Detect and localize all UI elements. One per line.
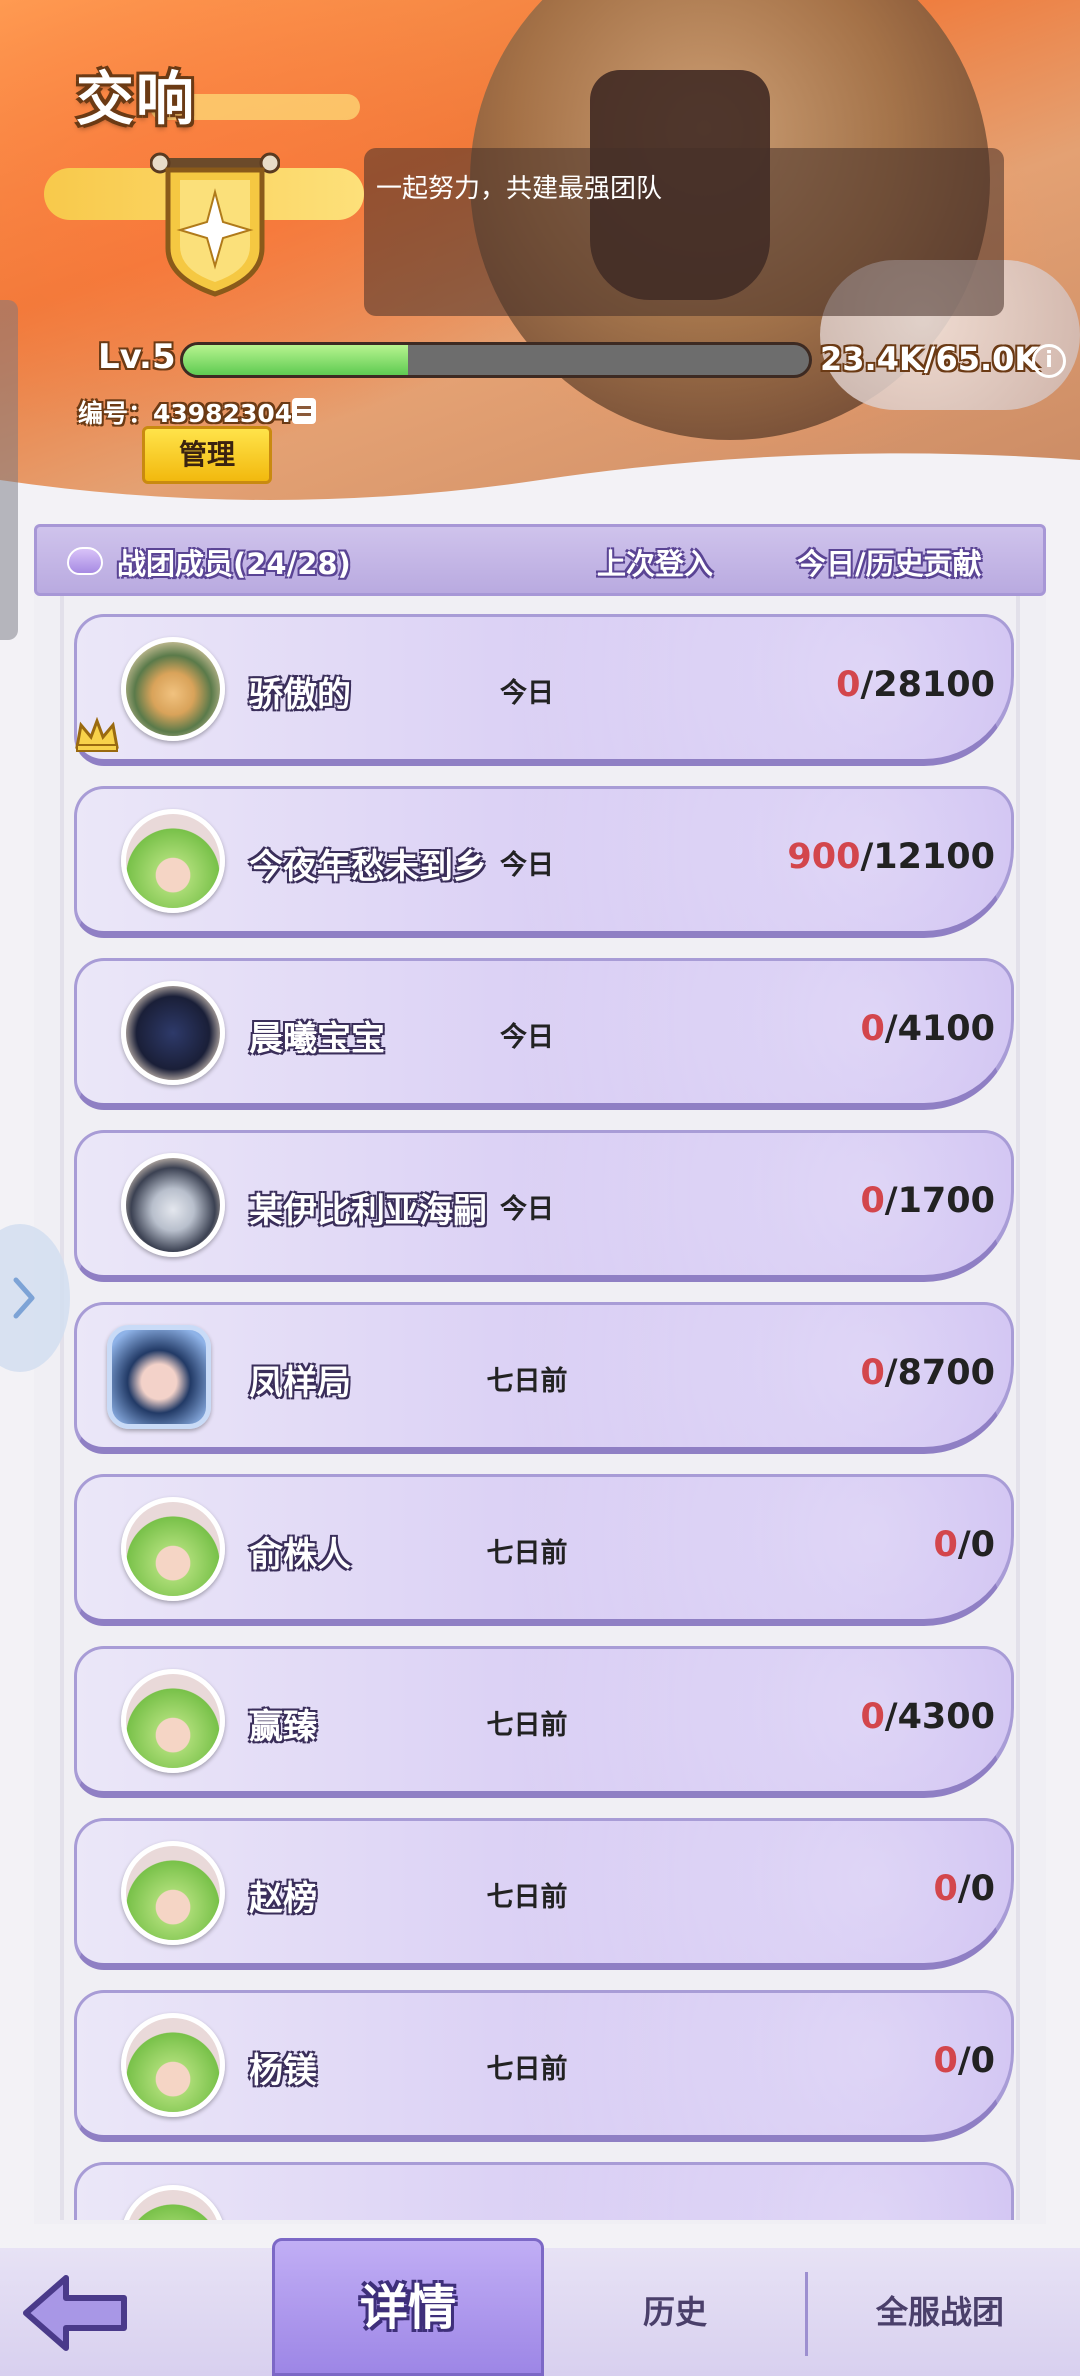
chevron-right-icon	[13, 1277, 35, 1319]
member-row[interactable]: 俞株人 七日前 0/0	[74, 1474, 1014, 1626]
guild-emblem-icon[interactable]	[150, 148, 280, 298]
members-panel-header: 战团成员(24/28) 上次登入 今日/历史贡献	[34, 524, 1046, 596]
member-row[interactable]: 赢臻 七日前 0/4300	[74, 1646, 1014, 1798]
copy-icon[interactable]	[292, 398, 316, 424]
today-contribution: 0	[933, 1525, 958, 1565]
guild-motto: 一起努力，共建最强团队	[364, 148, 1004, 316]
header-wave-divider	[0, 453, 1080, 510]
guild-header: 交响 一起努力，共建最强团队 Lv.5 23.4K/65.0K i 编号：439…	[0, 0, 1080, 510]
today-contribution: 900	[787, 837, 861, 877]
guild-id: 编号：43982304	[78, 399, 293, 428]
member-name: 晨曦宝宝	[249, 1019, 385, 1059]
side-edge-tab[interactable]	[0, 300, 18, 640]
member-name: 赵榜	[249, 1879, 317, 1919]
member-contribution: 0/0	[934, 1525, 996, 1565]
member-row[interactable]: 杨镁 七日前 0/0	[74, 1990, 1014, 2142]
today-contribution: 0	[836, 665, 861, 705]
total-contribution: /12100	[860, 837, 995, 877]
member-contribution: 0/8700	[860, 1353, 995, 1393]
member-last-login: 今日	[500, 1022, 554, 1053]
total-contribution: /0	[957, 1869, 995, 1909]
member-contribution: 0/1700	[860, 1181, 995, 1221]
today-contribution: 0	[860, 1181, 885, 1221]
leader-crown-icon	[75, 717, 119, 752]
tab-server-guilds[interactable]: 全服战团	[810, 2248, 1070, 2376]
member-last-login: 今日	[500, 1194, 554, 1225]
tab-details[interactable]: 详情	[272, 2238, 544, 2376]
member-last-login: 七日前	[486, 1882, 568, 1913]
total-contribution: /4300	[884, 1697, 995, 1737]
member-last-login: 七日前	[486, 2054, 568, 2085]
last-login-column-header: 上次登入	[597, 547, 714, 581]
today-contribution: 0	[860, 1697, 885, 1737]
member-row[interactable]: 凤样局 七日前 0/8700	[74, 1302, 1014, 1454]
bottom-nav: 详情 历史 全服战团	[0, 2238, 1080, 2376]
back-button[interactable]	[0, 2248, 140, 2376]
member-row[interactable]: 骄傲的 今日 0/28100	[74, 614, 1014, 766]
member-avatar[interactable]	[121, 809, 225, 913]
total-contribution: /0	[957, 2041, 995, 2081]
guild-level: Lv.5	[98, 337, 176, 377]
member-name: 凤样局	[249, 1363, 351, 1403]
member-contribution: 0/4100	[860, 1009, 995, 1049]
tab-divider	[805, 2272, 808, 2356]
member-last-login: 七日前	[486, 1710, 568, 1741]
member-row[interactable]: 某伊比利亚海嗣 今日 0/1700	[74, 1130, 1014, 1282]
guild-exp-text: 23.4K/65.0K	[820, 340, 1040, 378]
guild-name: 交响	[76, 65, 197, 133]
members-count-title: 战团成员(24/28)	[117, 547, 351, 581]
member-avatar[interactable]	[121, 981, 225, 1085]
member-avatar[interactable]	[121, 2185, 225, 2220]
member-avatar[interactable]	[121, 1497, 225, 1601]
member-last-login: 七日前	[486, 1366, 568, 1397]
member-contribution: 0/0	[934, 1869, 996, 1909]
today-contribution: 0	[933, 2041, 958, 2081]
member-last-login: 七日前	[486, 1538, 568, 1569]
guild-exp-progress-fill	[183, 345, 409, 375]
member-avatar[interactable]	[121, 1153, 225, 1257]
member-last-login: 今日	[500, 850, 554, 881]
member-row[interactable]: 赵榜 七日前 0/0	[74, 1818, 1014, 1970]
member-contribution: 0/0	[934, 2041, 996, 2081]
member-list[interactable]: 骄傲的 今日 0/28100 今夜年愁未到乡 今日 900/12100 晨曦宝宝…	[60, 596, 1020, 2220]
member-name: 赢臻	[249, 1707, 317, 1747]
info-icon[interactable]: i	[1032, 344, 1066, 378]
today-contribution: 0	[933, 1869, 958, 1909]
member-name: 俞株人	[249, 1535, 351, 1575]
member-row-partial[interactable]	[74, 2162, 1014, 2220]
back-arrow-icon	[23, 2275, 127, 2351]
member-contribution: 0/4300	[860, 1697, 995, 1737]
member-contribution: 900/12100	[787, 837, 995, 877]
member-avatar[interactable]	[107, 1325, 211, 1429]
total-contribution: /8700	[884, 1353, 995, 1393]
member-contribution: 0/28100	[836, 665, 995, 705]
member-name: 骄傲的	[249, 675, 351, 715]
total-contribution: /28100	[860, 665, 995, 705]
member-avatar[interactable]	[121, 1841, 225, 1945]
member-last-login: 今日	[500, 678, 554, 709]
shell-icon	[67, 547, 103, 575]
member-row[interactable]: 今夜年愁未到乡 今日 900/12100	[74, 786, 1014, 938]
member-avatar[interactable]	[121, 637, 225, 741]
member-name: 杨镁	[249, 2051, 317, 2091]
today-contribution: 0	[860, 1353, 885, 1393]
total-contribution: /4100	[884, 1009, 995, 1049]
member-avatar[interactable]	[121, 1669, 225, 1773]
guild-exp-progress-bar	[180, 342, 812, 378]
total-contribution: /0	[957, 1525, 995, 1565]
member-row[interactable]: 晨曦宝宝 今日 0/4100	[74, 958, 1014, 1110]
total-contribution: /1700	[884, 1181, 995, 1221]
contribution-column-header: 今日/历史贡献	[797, 547, 982, 581]
today-contribution: 0	[860, 1009, 885, 1049]
tab-history[interactable]: 历史	[560, 2248, 790, 2376]
member-avatar[interactable]	[121, 2013, 225, 2117]
